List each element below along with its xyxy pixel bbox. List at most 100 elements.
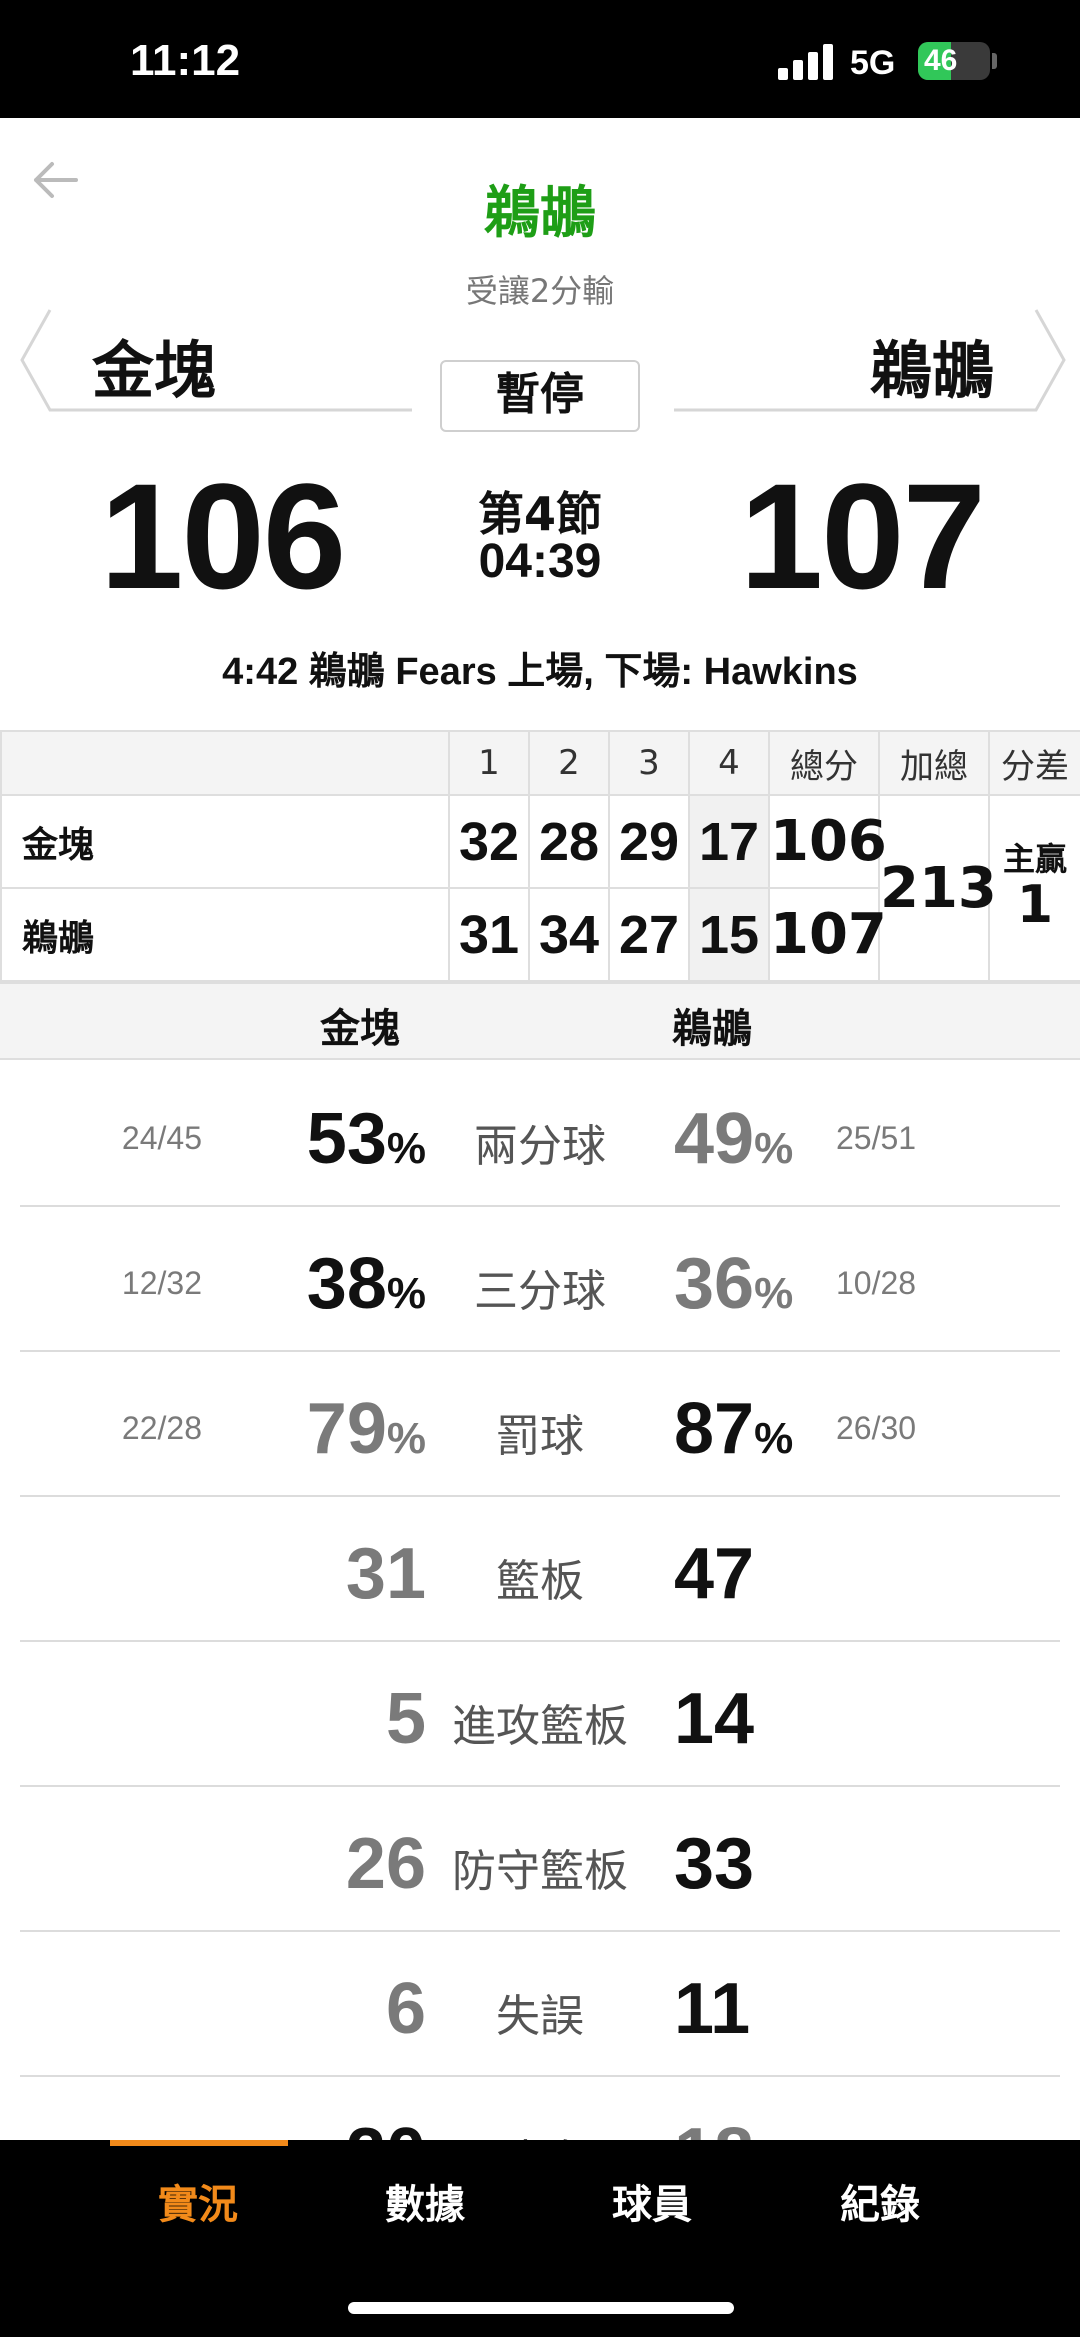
team-left-header[interactable]: 金塊	[20, 308, 420, 412]
right-number: 14	[674, 1679, 755, 1759]
left-fraction: 12/32	[121, 1265, 202, 1301]
left-value: 31	[346, 1533, 426, 1615]
tab-players[interactable]: 球員	[552, 2172, 752, 2230]
left-number: 38	[306, 1244, 387, 1324]
stat-label: 失誤	[496, 1991, 584, 2042]
right-fraction: 25/51	[836, 1120, 917, 1156]
stat-label: 三分球	[474, 1266, 606, 1317]
header-blank	[0, 730, 450, 796]
right-value: 49%	[674, 1098, 793, 1180]
left-value: 26	[346, 1823, 426, 1905]
header-diff: 分差	[988, 730, 1080, 796]
diff-label: 主贏	[1002, 839, 1067, 878]
right-value: 11	[674, 1968, 750, 2050]
score-diff: 主贏 1	[988, 794, 1080, 982]
header-q4: 4	[688, 730, 770, 796]
stats-list[interactable]: 24/45 53% 兩分球 49% 25/51 12/32 38% 三分球 36% 10/28 22…	[20, 1062, 1060, 2222]
battery-icon: 46	[918, 42, 990, 80]
header-combined: 加總	[878, 730, 990, 796]
q1-score: 31	[448, 887, 530, 982]
right-value: 87%	[674, 1388, 793, 1470]
row-team-name: 鵜鶘	[0, 887, 450, 982]
stat-row: 24/45 53% 兩分球 49% 25/51	[20, 1062, 1060, 1207]
leading-team: 鵜鶘	[484, 181, 596, 246]
percent-sign: %	[754, 1269, 794, 1318]
stat-row: 26 防守籃板 33	[20, 1787, 1060, 1932]
left-fraction: 22/28	[121, 1410, 202, 1446]
q3-score: 27	[608, 887, 690, 982]
game-clock: 04:39	[478, 535, 602, 588]
signal-icon	[778, 42, 836, 80]
q3-score: 29	[608, 794, 690, 889]
right-chevron-icon	[674, 309, 1066, 412]
stat-row: 31 籃板 47	[20, 1497, 1060, 1642]
q1-score: 32	[448, 794, 530, 889]
total-score: 107	[768, 887, 887, 982]
header-total: 總分	[768, 730, 880, 796]
table-row: 金塊 32 28 29 17 106 213 主贏 1	[0, 794, 1080, 982]
percent-sign: %	[754, 1124, 794, 1173]
battery-percent: 46	[924, 44, 958, 77]
total-score: 106	[768, 794, 887, 889]
q2-score: 34	[528, 887, 610, 982]
left-value: 53%	[307, 1098, 426, 1180]
score-left: 106	[100, 452, 346, 620]
stat-label: 兩分球	[474, 1121, 606, 1172]
spread-result: 受讓2分輸	[465, 272, 615, 310]
right-number: 36	[674, 1244, 755, 1324]
stat-row: 6 失誤 11	[20, 1932, 1060, 2077]
network-type: 5G	[850, 44, 896, 82]
combined-score: 213	[878, 794, 997, 982]
header-q2: 2	[528, 730, 610, 796]
left-value: 79%	[307, 1388, 426, 1470]
row-team-name: 金塊	[0, 794, 450, 889]
status-time: 11:12	[130, 36, 241, 85]
compare-left-team: 金塊	[320, 1006, 400, 1052]
right-fraction: 10/28	[836, 1265, 917, 1301]
team-right-name: 鵜鶘	[869, 334, 994, 407]
table-header-row: 1 2 3 4 總分 加總 分差	[0, 730, 1080, 796]
left-number: 26	[345, 1824, 426, 1904]
last-play: 4:42 鵜鶘 Fears 上場, 下場: Hawkins	[222, 651, 858, 693]
tab-data[interactable]: 數據	[325, 2172, 525, 2230]
left-number: 79	[306, 1389, 387, 1469]
stat-row: 12/32 38% 三分球 36% 10/28	[20, 1207, 1060, 1352]
stat-label: 罰球	[496, 1411, 584, 1462]
header-q3: 3	[608, 730, 690, 796]
right-fraction: 26/30	[836, 1410, 917, 1446]
left-value: 38%	[307, 1243, 426, 1325]
stat-row: 22/28 79% 罰球 87% 26/30	[20, 1352, 1060, 1497]
stat-label: 防守籃板	[452, 1846, 628, 1897]
stat-label: 進攻籃板	[452, 1701, 628, 1752]
q2-score: 28	[528, 794, 610, 889]
compare-right-team: 鵜鶘	[672, 1006, 752, 1052]
diff-value: 1	[1016, 875, 1054, 935]
status-bar: 11:12 5G 46	[0, 0, 1080, 118]
right-value: 33	[674, 1823, 754, 1905]
left-chevron-icon	[20, 309, 412, 412]
compare-header: 金塊 鵜鶘	[0, 982, 1080, 1060]
percent-sign: %	[754, 1414, 794, 1463]
stat-label: 籃板	[496, 1556, 584, 1607]
quarter-score-table: 1 2 3 4 總分 加總 分差 金塊 32 28 29 17 106 213 …	[0, 730, 1080, 982]
header-q1: 1	[448, 730, 530, 796]
team-left-name: 金塊	[92, 334, 217, 407]
stat-row: 5 進攻籃板 14	[20, 1642, 1060, 1787]
right-number: 11	[674, 1969, 751, 2049]
tab-live[interactable]: 實況	[98, 2172, 298, 2230]
right-number: 87	[674, 1389, 755, 1469]
timeout-button[interactable]: 暫停	[440, 360, 640, 432]
left-number: 31	[345, 1534, 426, 1614]
tab-records[interactable]: 紀錄	[780, 2172, 980, 2230]
left-number: 53	[306, 1099, 387, 1179]
right-number: 33	[674, 1824, 755, 1904]
right-number: 49	[674, 1099, 755, 1179]
right-number: 47	[674, 1534, 755, 1614]
right-value: 36%	[674, 1243, 793, 1325]
score-right: 107	[739, 452, 986, 620]
q4-score: 17	[688, 794, 770, 889]
battery-tip	[992, 53, 997, 69]
team-right-header[interactable]: 鵜鶘	[666, 308, 1066, 412]
right-value: 47	[674, 1533, 754, 1615]
q4-score: 15	[688, 887, 770, 982]
